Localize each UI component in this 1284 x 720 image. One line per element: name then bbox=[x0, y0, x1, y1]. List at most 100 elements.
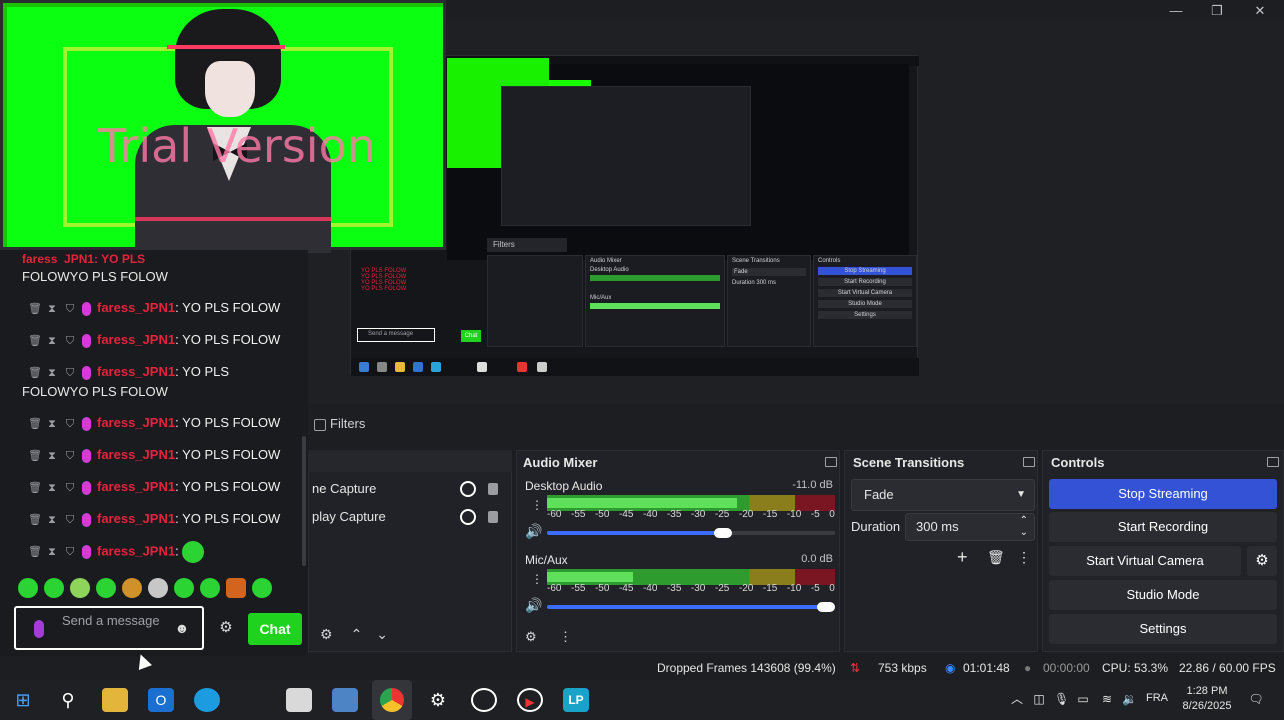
source-item[interactable]: play Capture bbox=[308, 504, 512, 530]
channel-menu-icon[interactable]: ⋮ bbox=[531, 571, 543, 587]
tray-mic-icon[interactable]: 🎙 bbox=[1054, 692, 1069, 706]
emote-icon[interactable] bbox=[252, 578, 272, 598]
shield-icon[interactable]: ⛉ bbox=[64, 414, 76, 434]
shield-icon[interactable]: ⛉ bbox=[64, 299, 76, 319]
advanced-audio-gear-icon[interactable]: ⚙ bbox=[525, 629, 537, 645]
speaker-icon[interactable]: 🔊 bbox=[525, 523, 542, 540]
emoji-icon[interactable]: ☻ bbox=[174, 620, 190, 636]
emote-icon[interactable] bbox=[174, 578, 194, 598]
close-button[interactable]: ✕ bbox=[1250, 2, 1270, 20]
minimize-button[interactable]: — bbox=[1166, 2, 1186, 20]
chrome-taskbar-button[interactable] bbox=[372, 680, 412, 720]
settings-gear-icon[interactable]: ⚙ bbox=[425, 688, 451, 712]
edge-icon[interactable] bbox=[194, 688, 220, 712]
notifications-icon[interactable]: 🗨 bbox=[1248, 692, 1264, 706]
timeout-icon[interactable]: ⧗ bbox=[46, 510, 58, 530]
shield-icon[interactable]: ⛉ bbox=[64, 542, 76, 562]
timeout-icon[interactable]: ⧗ bbox=[46, 363, 58, 383]
shield-icon[interactable]: ⛉ bbox=[64, 478, 76, 498]
shield-icon[interactable]: ⛉ bbox=[64, 363, 76, 383]
lock-icon[interactable] bbox=[488, 511, 498, 523]
move-up-icon[interactable]: ⌃ bbox=[351, 626, 363, 642]
add-transition-icon[interactable]: + bbox=[957, 547, 968, 568]
undock-icon[interactable] bbox=[1267, 457, 1279, 467]
undock-icon[interactable] bbox=[1023, 457, 1035, 467]
emote-icon[interactable] bbox=[18, 578, 38, 598]
chat-username[interactable]: faress_JPN1 bbox=[97, 332, 175, 347]
transition-menu-icon[interactable]: ⋮ bbox=[1017, 549, 1031, 566]
chat-send-button[interactable]: Chat bbox=[248, 613, 302, 645]
media-player-icon[interactable]: ▶ bbox=[517, 688, 543, 712]
settings-button[interactable]: Settings bbox=[1049, 614, 1277, 644]
timeout-icon[interactable]: ⧗ bbox=[46, 478, 58, 498]
search-icon[interactable]: ⚲ bbox=[55, 688, 81, 712]
emote-icon[interactable] bbox=[70, 578, 90, 598]
maximize-button[interactable]: ❐ bbox=[1207, 2, 1227, 20]
delete-icon[interactable]: 🗑 bbox=[28, 414, 42, 434]
delete-icon[interactable]: 🗑 bbox=[28, 446, 42, 466]
clock[interactable]: 1:28 PM 8/26/2025 bbox=[1172, 684, 1242, 716]
emote-icon[interactable] bbox=[226, 578, 246, 598]
delete-icon[interactable]: 🗑 bbox=[28, 510, 42, 530]
shield-icon[interactable]: ⛉ bbox=[64, 331, 76, 351]
delete-icon[interactable]: 🗑 bbox=[28, 478, 42, 498]
transition-select[interactable]: Fade ▼ bbox=[851, 479, 1035, 511]
mixer-menu-icon[interactable]: ⋮ bbox=[559, 629, 572, 645]
input-language[interactable]: FRA bbox=[1146, 692, 1172, 708]
timeout-icon[interactable]: ⧗ bbox=[46, 331, 58, 351]
windows-start-icon[interactable]: ⊞ bbox=[10, 688, 36, 712]
timeout-icon[interactable]: ⧗ bbox=[46, 414, 58, 434]
wifi-icon[interactable]: ≋ bbox=[1100, 692, 1114, 706]
delete-icon[interactable]: 🗑 bbox=[28, 299, 42, 319]
desktop-volume-knob[interactable] bbox=[714, 528, 732, 538]
chat-username[interactable]: faress_JPN1 bbox=[97, 543, 175, 558]
emote-icon[interactable] bbox=[44, 578, 64, 598]
mic-volume-knob[interactable] bbox=[817, 602, 835, 612]
spin-down-icon[interactable]: ⌄ bbox=[1020, 520, 1028, 546]
chat-input-placeholder[interactable]: Send a message bbox=[62, 614, 172, 644]
chat-scrollbar[interactable] bbox=[302, 436, 306, 566]
lock-icon[interactable] bbox=[488, 483, 498, 495]
emote-icon[interactable] bbox=[148, 578, 168, 598]
chat-settings-gear-icon[interactable]: ⚙ bbox=[218, 620, 234, 636]
tray-expand-icon[interactable]: ︿ bbox=[1010, 692, 1024, 706]
move-down-icon[interactable]: ⌄ bbox=[376, 626, 388, 642]
chat-username[interactable]: faress_JPN1 bbox=[97, 415, 175, 430]
source-item[interactable]: ne Capture bbox=[308, 476, 512, 502]
delete-icon[interactable]: 🗑 bbox=[28, 542, 42, 562]
stop-streaming-button[interactable]: Stop Streaming bbox=[1049, 479, 1277, 509]
chat-input[interactable]: Send a message ☻ bbox=[14, 606, 204, 650]
start-virtual-camera-button[interactable]: Start Virtual Camera bbox=[1049, 546, 1241, 576]
chat-username[interactable]: faress_JPN1 bbox=[97, 479, 175, 494]
emote-icon[interactable] bbox=[122, 578, 142, 598]
duration-spinbox[interactable]: 300 ms ⌃ ⌄ bbox=[905, 513, 1035, 541]
file-explorer-icon[interactable] bbox=[102, 688, 128, 712]
chat-username[interactable]: faress_JPN1 bbox=[97, 511, 175, 526]
studio-mode-button[interactable]: Studio Mode bbox=[1049, 580, 1277, 610]
store-icon[interactable] bbox=[286, 688, 312, 712]
start-recording-button[interactable]: Start Recording bbox=[1049, 512, 1277, 542]
speaker-icon[interactable]: 🔊 bbox=[525, 597, 542, 614]
chat-username[interactable]: faress_JPN1 bbox=[97, 447, 175, 462]
chat-username[interactable]: faress_JPN1 bbox=[97, 364, 175, 379]
outlook-icon[interactable]: O bbox=[148, 688, 174, 712]
tray-battery-icon[interactable]: ▭ bbox=[1076, 692, 1090, 706]
delete-transition-icon[interactable]: 🗑 bbox=[987, 549, 1005, 566]
delete-icon[interactable]: 🗑 bbox=[28, 331, 42, 351]
timeout-icon[interactable]: ⧗ bbox=[46, 299, 58, 319]
visibility-eye-icon[interactable] bbox=[460, 481, 476, 497]
volume-icon[interactable]: 🔉 bbox=[1122, 692, 1137, 706]
virtual-camera-gear-icon[interactable]: ⚙ bbox=[1247, 546, 1277, 576]
filters-tab[interactable]: Filters bbox=[314, 412, 384, 436]
timeout-icon[interactable]: ⧗ bbox=[46, 446, 58, 466]
visibility-eye-icon[interactable] bbox=[460, 509, 476, 525]
timeout-icon[interactable]: ⧗ bbox=[46, 542, 58, 562]
source-properties-gear-icon[interactable]: ⚙ bbox=[320, 626, 333, 642]
vtuber-app-icon[interactable]: LP bbox=[563, 688, 589, 712]
emote-icon[interactable] bbox=[200, 578, 220, 598]
undock-icon[interactable] bbox=[825, 457, 837, 467]
chat-username[interactable]: faress_JPN1 bbox=[97, 300, 175, 315]
emote-icon[interactable] bbox=[96, 578, 116, 598]
delete-icon[interactable]: 🗑 bbox=[28, 363, 42, 383]
obs-icon[interactable] bbox=[471, 688, 497, 712]
